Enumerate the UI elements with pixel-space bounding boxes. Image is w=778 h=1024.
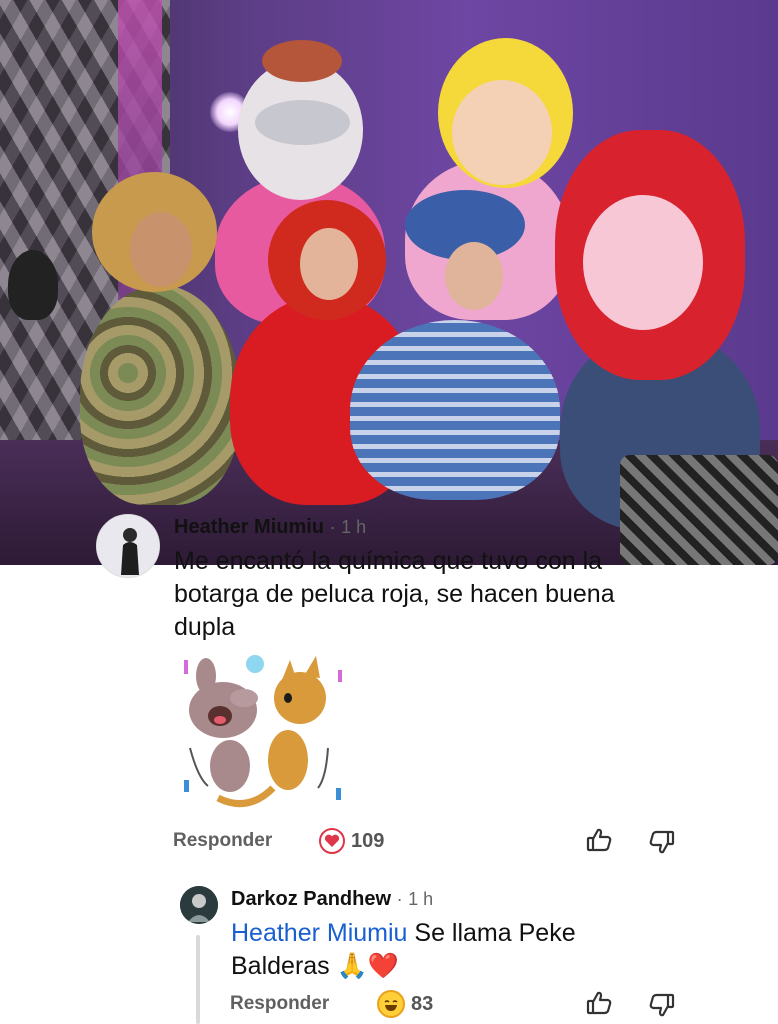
blonde-mascot-face bbox=[452, 80, 552, 185]
thumbs-up-icon[interactable] bbox=[585, 989, 613, 1017]
laugh-emoji-icon bbox=[377, 990, 405, 1018]
comment-reaction-count: 109 bbox=[351, 829, 385, 852]
comment-reactions[interactable]: 109 bbox=[319, 828, 384, 854]
cat-mascot-mask bbox=[255, 100, 350, 145]
thumbs-up-icon[interactable] bbox=[585, 826, 613, 854]
plaid-performer-body bbox=[350, 320, 560, 500]
reply-separator: · bbox=[396, 889, 403, 909]
dancing-pets-sticker bbox=[178, 648, 348, 810]
black-glove bbox=[8, 250, 58, 320]
reply-thread-line bbox=[196, 935, 200, 1024]
reply-mention-link[interactable]: Heather Miumiu bbox=[231, 919, 407, 947]
comment-author-name[interactable]: Heather Miumiu bbox=[174, 516, 324, 538]
reply-reactions[interactable]: 83 bbox=[377, 990, 433, 1018]
red-performer-face bbox=[300, 228, 358, 300]
comment-separator: · bbox=[329, 517, 336, 537]
camo-performer-face bbox=[130, 212, 192, 287]
comment-text: Me encantó la química que tuvo con la bo… bbox=[174, 547, 615, 641]
comment-author-avatar[interactable] bbox=[96, 514, 160, 578]
reply-author-name[interactable]: Darkoz Pandhew bbox=[231, 888, 391, 910]
camo-performer-body bbox=[80, 285, 240, 505]
reply-text-block: Heather Miumiu Se llama Peke Balderas 🙏❤… bbox=[231, 917, 651, 983]
reply-header: Darkoz Pandhew · 1 h bbox=[231, 888, 433, 911]
comment-reply-button[interactable]: Responder bbox=[173, 830, 272, 852]
heart-icon bbox=[319, 828, 345, 854]
reply-author-avatar[interactable] bbox=[180, 886, 218, 924]
reply-timestamp: 1 h bbox=[408, 889, 434, 909]
mouse-mascot-face bbox=[583, 195, 703, 330]
post-photo[interactable] bbox=[0, 0, 778, 565]
reply-reaction-count: 83 bbox=[411, 992, 434, 1015]
thumbs-down-icon[interactable] bbox=[648, 828, 676, 856]
reply-reply-button[interactable]: Responder bbox=[230, 993, 329, 1015]
thumbs-down-icon[interactable] bbox=[648, 991, 676, 1019]
cat-mascot-ears bbox=[262, 40, 342, 82]
comment-timestamp: 1 h bbox=[341, 517, 367, 537]
plaid-performer-face bbox=[445, 242, 503, 310]
comment-header: Heather Miumiu · 1 h bbox=[174, 516, 366, 539]
